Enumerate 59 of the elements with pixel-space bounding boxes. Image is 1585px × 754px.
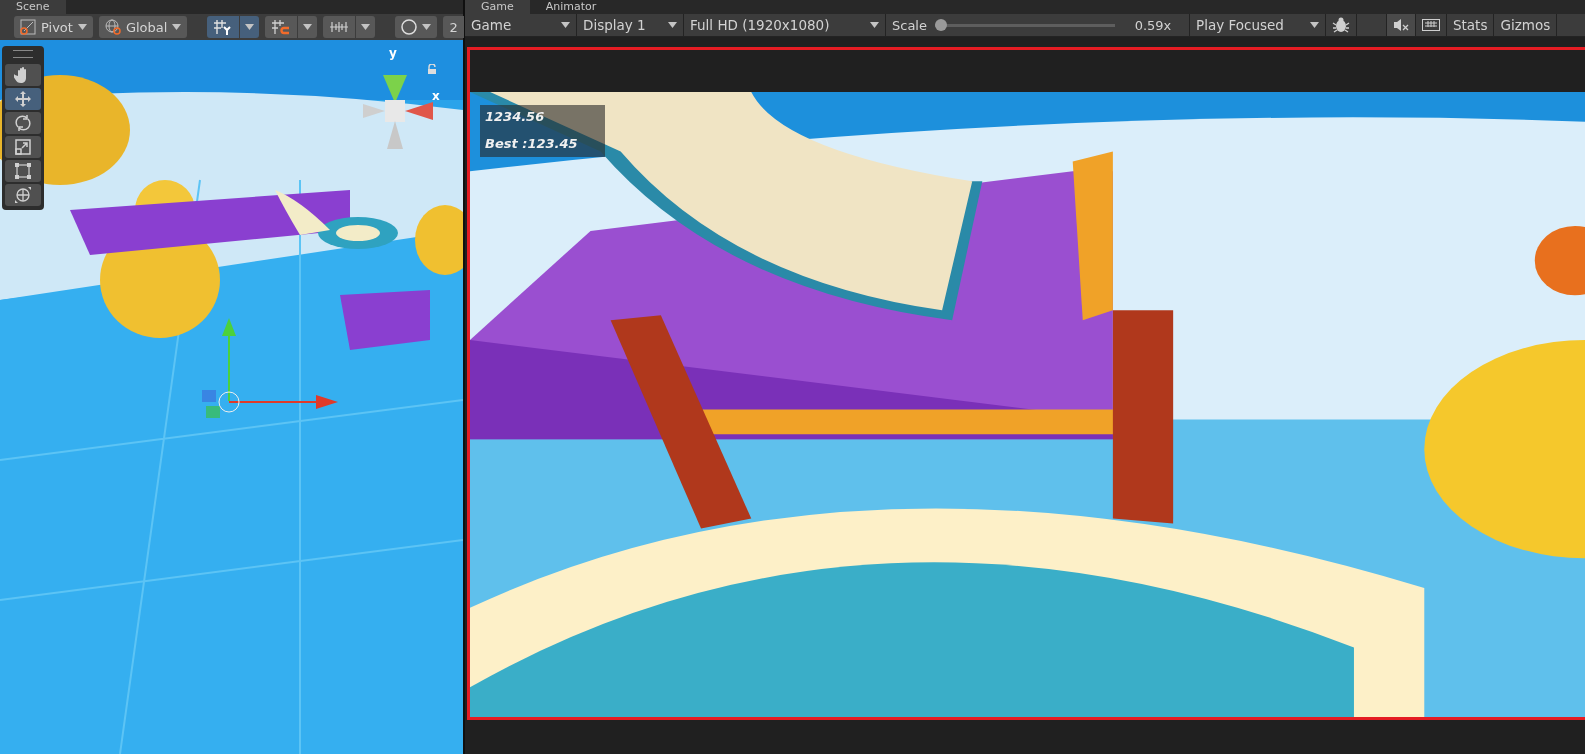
axis-label: x	[432, 89, 440, 103]
dropdown-caret-icon	[245, 24, 255, 30]
snap-toggle[interactable]	[323, 16, 356, 38]
dropdown-caret-icon	[303, 24, 313, 30]
score-text: 1234.56	[485, 109, 546, 124]
resolution-dropdown[interactable]: Full HD (1920x1080)	[684, 14, 886, 36]
view-dropdown[interactable]: Game	[465, 14, 577, 36]
dropdown-caret-icon	[77, 24, 87, 30]
bug-icon	[1332, 17, 1350, 33]
dropdown-button[interactable]	[240, 16, 260, 38]
tool-button[interactable]	[5, 136, 41, 158]
dropdown-caret-icon	[668, 22, 677, 28]
slider-thumb[interactable]	[935, 19, 947, 31]
tool-button[interactable]	[5, 160, 41, 182]
dropdown-button[interactable]	[356, 16, 376, 38]
grid-magnet-icon	[271, 19, 292, 35]
snap-toggle[interactable]	[207, 16, 240, 38]
pivot-icon	[20, 19, 36, 35]
sphere-icon	[401, 19, 418, 35]
tool-button[interactable]	[5, 64, 41, 86]
space-dropdown[interactable]: Global	[98, 16, 188, 38]
shading-dropdown[interactable]	[395, 16, 438, 38]
panel-tab[interactable]: Animator	[529, 0, 613, 14]
dropdown-caret-icon	[1310, 22, 1319, 28]
tool-button[interactable]	[5, 112, 41, 134]
dropdown-button[interactable]	[298, 16, 318, 38]
pivot-dropdown[interactable]: Pivot	[14, 16, 93, 38]
panel-tab[interactable]: Scene	[0, 0, 66, 14]
best-score-text: Best :123.45	[485, 136, 579, 151]
gizmos-button[interactable]: Gizmos	[1494, 14, 1558, 36]
keyboard-icon	[1422, 19, 1440, 31]
dropdown-caret-icon	[561, 22, 570, 28]
axis-label: y	[389, 46, 397, 60]
globe-icon	[104, 19, 121, 35]
mode-2d-button[interactable]: 2	[443, 16, 464, 38]
drag-handle-icon[interactable]	[13, 50, 33, 58]
stats-button[interactable]: Stats	[1447, 14, 1495, 36]
dropdown-caret-icon	[870, 22, 879, 28]
rotate-icon	[14, 114, 32, 132]
move-arrows-icon	[14, 90, 32, 108]
tool-button[interactable]	[5, 88, 41, 110]
transform-icon	[14, 186, 32, 204]
tool-button[interactable]	[5, 184, 41, 206]
dropdown-caret-icon	[422, 24, 432, 30]
mute-toggle[interactable]	[1387, 14, 1416, 36]
rect-tool-icon	[14, 162, 32, 180]
dropdown-caret-icon	[361, 24, 371, 30]
scale-icon	[14, 138, 32, 156]
increment-snap-icon	[329, 19, 350, 35]
panel-tab[interactable]: Game	[465, 0, 530, 14]
snap-toggle[interactable]	[265, 16, 298, 38]
display-dropdown[interactable]: Display 1	[577, 14, 684, 36]
muted-speaker-icon	[1393, 18, 1409, 32]
dropdown-caret-icon	[172, 24, 182, 30]
play-mode-dropdown[interactable]: Play Focused	[1190, 14, 1326, 36]
grid-y-icon	[213, 19, 234, 35]
scale-value: 0.59x	[1133, 17, 1173, 33]
scale-label: Scale	[892, 17, 927, 33]
lock-icon[interactable]	[427, 64, 437, 74]
